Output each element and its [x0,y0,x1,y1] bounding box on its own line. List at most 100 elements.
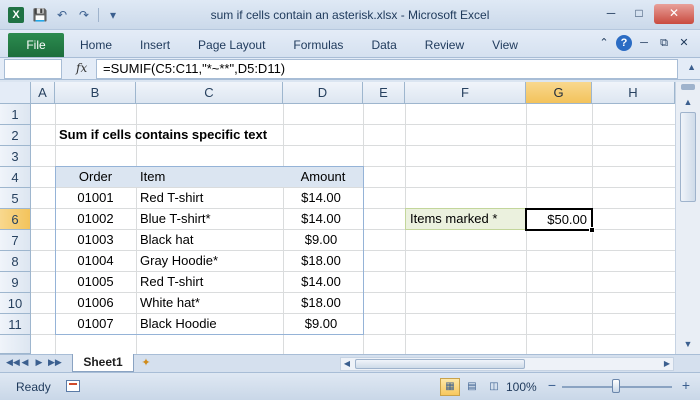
column-header-a[interactable]: A [31,82,55,104]
table-cell[interactable]: Black hat [136,230,283,250]
close-button[interactable]: ✕ [654,4,694,24]
table-cell[interactable]: White hat* [136,293,283,313]
select-all-corner[interactable] [0,82,31,104]
tab-data[interactable]: Data [371,38,396,52]
row-header-7[interactable]: 7 [0,230,31,251]
normal-view-icon[interactable]: ▦ [440,378,460,396]
column-header-f[interactable]: F [405,82,526,104]
column-header-g[interactable]: G [526,82,592,104]
column-header-h[interactable]: H [592,82,675,104]
table-cell[interactable]: $18.00 [283,293,363,313]
workbook-close-icon[interactable]: ✕ [676,35,692,51]
row-header-3[interactable]: 3 [0,146,31,167]
vertical-scrollbar[interactable]: ▲ ▼ [675,82,700,354]
zoom-level[interactable]: 100% [506,380,537,394]
horizontal-scrollbar[interactable]: ◀ ▶ [340,357,674,371]
horizontal-scroll-thumb[interactable] [355,359,525,369]
worksheet-grid[interactable]: A B C D E F G H 1 2 3 4 5 6 7 8 9 10 11 … [0,82,700,354]
row-header-2[interactable]: 2 [0,125,31,146]
table-cell[interactable]: $18.00 [283,251,363,271]
scroll-up-icon[interactable]: ▲ [680,94,696,110]
result-value-cell[interactable]: $50.00 [525,208,593,231]
table-cell[interactable]: Black Hoodie [136,314,283,334]
zoom-out-icon[interactable]: − [544,378,560,394]
last-sheet-icon[interactable]: ▶▶ [48,357,62,368]
column-header-b[interactable]: B [55,82,136,104]
ribbon-help-controls: ⌃ ? ─ ⧉ ✕ [596,35,692,51]
split-handle[interactable] [681,84,695,90]
table-cell[interactable]: $14.00 [283,188,363,208]
tab-view[interactable]: View [492,38,518,52]
table-cell[interactable]: 01006 [55,293,136,313]
header-cell-amount[interactable]: Amount [283,167,363,187]
table-cell[interactable]: $14.00 [283,272,363,292]
tab-review[interactable]: Review [425,38,464,52]
table-cell[interactable]: Gray Hoodie* [136,251,283,271]
ribbon-tabs: Home Insert Page Layout Formulas Data Re… [80,38,546,52]
workbook-restore-icon[interactable]: ⧉ [656,35,672,51]
workbook-minimize-icon[interactable]: ─ [636,35,652,51]
row-header-12[interactable] [0,335,31,354]
column-header-d[interactable]: D [283,82,363,104]
row-header-11[interactable]: 11 [0,314,31,335]
scroll-left-icon[interactable]: ◀ [341,358,353,370]
minimize-ribbon-icon[interactable]: ⌃ [596,35,612,51]
formula-bar: fx =SUMIF(C5:C11,"*~**",D5:D11) ▲ [0,58,700,80]
table-cell[interactable]: 01002 [55,209,136,229]
table-cell[interactable]: 01007 [55,314,136,334]
sheet-title-cell[interactable]: Sum if cells contains specific text [55,125,355,145]
expand-formula-bar-icon[interactable]: ▲ [687,62,696,72]
row-header-5[interactable]: 5 [0,188,31,209]
help-icon[interactable]: ? [616,35,632,51]
table-cell[interactable]: 01005 [55,272,136,292]
page-layout-view-icon[interactable]: ▤ [462,378,482,396]
next-sheet-icon[interactable]: ▶ [34,357,44,368]
row-header-8[interactable]: 8 [0,251,31,272]
maximize-button[interactable]: □ [626,4,652,24]
table-cell[interactable]: Blue T-shirt* [136,209,283,229]
table-cell[interactable]: Red T-shirt [136,272,283,292]
table-cell[interactable]: 01001 [55,188,136,208]
zoom-slider-thumb[interactable] [612,379,620,393]
row-header-9[interactable]: 9 [0,272,31,293]
tab-formulas[interactable]: Formulas [293,38,343,52]
page-break-view-icon[interactable]: ◫ [484,378,504,396]
table-cell[interactable]: Red T-shirt [136,188,283,208]
zoom-in-icon[interactable]: + [678,378,694,394]
table-cell[interactable]: $9.00 [283,314,363,334]
sheet-tab-sheet1[interactable]: Sheet1 [72,354,134,372]
row-header-1[interactable]: 1 [0,104,31,125]
result-label-cell[interactable]: Items marked * [405,208,527,230]
sheet-navigation: ◀◀ ◀ ▶ ▶▶ [6,357,62,368]
tab-page-layout[interactable]: Page Layout [198,38,265,52]
ribbon: File Home Insert Page Layout Formulas Da… [0,30,700,58]
table-cell[interactable]: $9.00 [283,230,363,250]
scroll-down-icon[interactable]: ▼ [680,336,696,352]
header-cell-order[interactable]: Order [55,167,136,187]
row-header-10[interactable]: 10 [0,293,31,314]
tab-insert[interactable]: Insert [140,38,170,52]
vertical-scroll-thumb[interactable] [680,112,696,202]
macro-record-icon[interactable] [66,380,80,392]
table-cell[interactable]: $14.00 [283,209,363,229]
scroll-right-icon[interactable]: ▶ [661,358,673,370]
fx-icon[interactable]: fx [76,61,87,75]
first-sheet-icon[interactable]: ◀◀ [6,357,20,368]
column-header-c[interactable]: C [136,82,283,104]
row-header-4[interactable]: 4 [0,167,31,188]
gridline [31,334,675,335]
prev-sheet-icon[interactable]: ◀ [20,357,30,368]
fill-handle[interactable] [589,227,595,233]
insert-sheet-icon[interactable]: ✦ [138,357,154,370]
tab-file[interactable]: File [8,33,64,57]
table-cell[interactable]: 01004 [55,251,136,271]
formula-input[interactable]: =SUMIF(C5:C11,"*~**",D5:D11) [96,59,678,79]
minimize-button[interactable]: ─ [598,4,624,24]
header-cell-item[interactable]: Item [136,167,283,187]
tab-home[interactable]: Home [80,38,112,52]
view-switcher: ▦ ▤ ◫ [440,378,504,396]
column-header-e[interactable]: E [363,82,405,104]
name-box[interactable] [4,59,62,79]
table-cell[interactable]: 01003 [55,230,136,250]
row-header-6[interactable]: 6 [0,209,31,230]
